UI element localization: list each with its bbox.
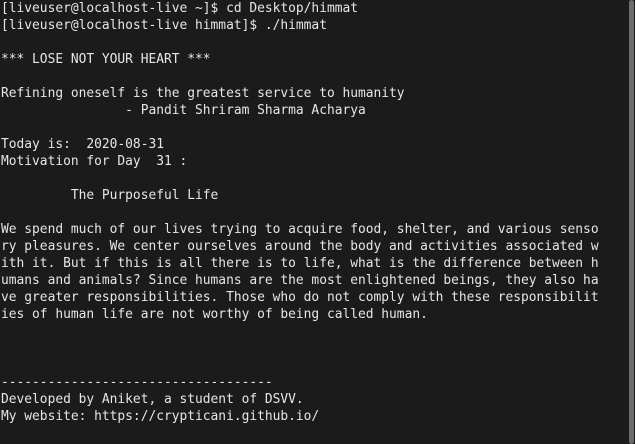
quote-author: - Pandit Shriram Sharma Acharya — [1, 103, 366, 118]
motivation-heading: The Purposeful Life — [1, 188, 219, 203]
developer-credit: Developed by Aniket, a student of DSVV. — [1, 392, 304, 407]
separator-line: ----------------------------------- — [1, 375, 273, 390]
paragraph-line: ve greater responsibilities. Those who d… — [1, 290, 599, 305]
paragraph-line: ry pleasures. We center ourselves around… — [1, 239, 599, 254]
command-line-run: [liveuser@localhost-live himmat]$ ./himm… — [1, 18, 327, 33]
motivation-day-line: Motivation for Day 31 : — [1, 154, 188, 169]
scrollbar-thumb[interactable] — [629, 0, 634, 444]
paragraph-line: We spend much of our lives trying to acq… — [1, 222, 599, 237]
website-line: My website: https://crypticani.github.io… — [1, 409, 320, 424]
command-line-cd: [liveuser@localhost-live ~]$ cd Desktop/… — [1, 1, 358, 16]
scrollbar-track[interactable] — [627, 0, 635, 444]
paragraph-line: ith it. But if this is all there is to l… — [1, 256, 599, 271]
terminal-window[interactable]: [liveuser@localhost-live ~]$ cd Desktop/… — [0, 0, 635, 444]
date-line: Today is: 2020-08-31 — [1, 137, 164, 152]
banner-title: *** LOSE NOT YOUR HEART *** — [1, 52, 211, 67]
terminal-output: [liveuser@localhost-live ~]$ cd Desktop/… — [1, 0, 635, 425]
paragraph-line: umans and animals? Since humans are the … — [1, 273, 599, 288]
quote-text: Refining oneself is the greatest service… — [1, 86, 405, 101]
paragraph-line: ies of human life are not worthy of bein… — [1, 307, 428, 322]
